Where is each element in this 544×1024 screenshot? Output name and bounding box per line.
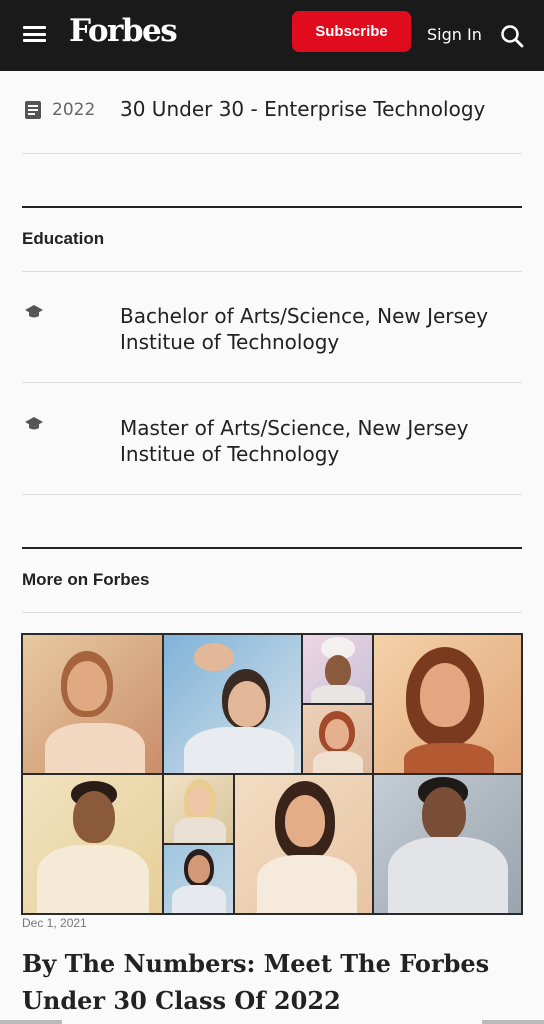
article-date: Dec 1, 2021 bbox=[22, 916, 87, 930]
scroll-indicator bbox=[482, 1020, 544, 1024]
hamburger-menu-icon[interactable] bbox=[23, 26, 46, 42]
divider bbox=[22, 612, 522, 613]
education-degree: Master of Arts/Science, New Jersey Insti… bbox=[120, 416, 469, 466]
more-on-forbes-heading: More on Forbes bbox=[22, 570, 150, 589]
sign-in-link[interactable]: Sign In bbox=[427, 25, 482, 44]
award-title: 30 Under 30 - Enterprise Technology bbox=[120, 97, 486, 121]
section-divider bbox=[22, 547, 522, 549]
award-year: 2022 bbox=[52, 100, 96, 120]
article-thumbnail-image[interactable] bbox=[21, 633, 523, 915]
divider bbox=[22, 382, 522, 383]
subscribe-button[interactable]: Subscribe bbox=[292, 11, 411, 52]
education-degree: Bachelor of Arts/Science, New Jersey Ins… bbox=[120, 304, 489, 354]
divider bbox=[22, 494, 522, 495]
forbes-logo[interactable]: Forbes bbox=[69, 13, 178, 49]
graduation-cap-icon bbox=[25, 417, 43, 430]
section-divider bbox=[22, 206, 522, 208]
scroll-indicator bbox=[0, 1020, 62, 1024]
education-heading: Education bbox=[22, 229, 105, 248]
divider bbox=[22, 153, 522, 154]
search-icon[interactable] bbox=[500, 24, 524, 48]
graduation-cap-icon bbox=[25, 305, 43, 318]
document-icon bbox=[25, 101, 41, 119]
article-headline-link[interactable]: By The Numbers: Meet The Forbes Under 30… bbox=[22, 945, 522, 1019]
divider bbox=[22, 271, 522, 272]
top-navigation-bar: Forbes Subscribe Sign In bbox=[0, 0, 544, 71]
